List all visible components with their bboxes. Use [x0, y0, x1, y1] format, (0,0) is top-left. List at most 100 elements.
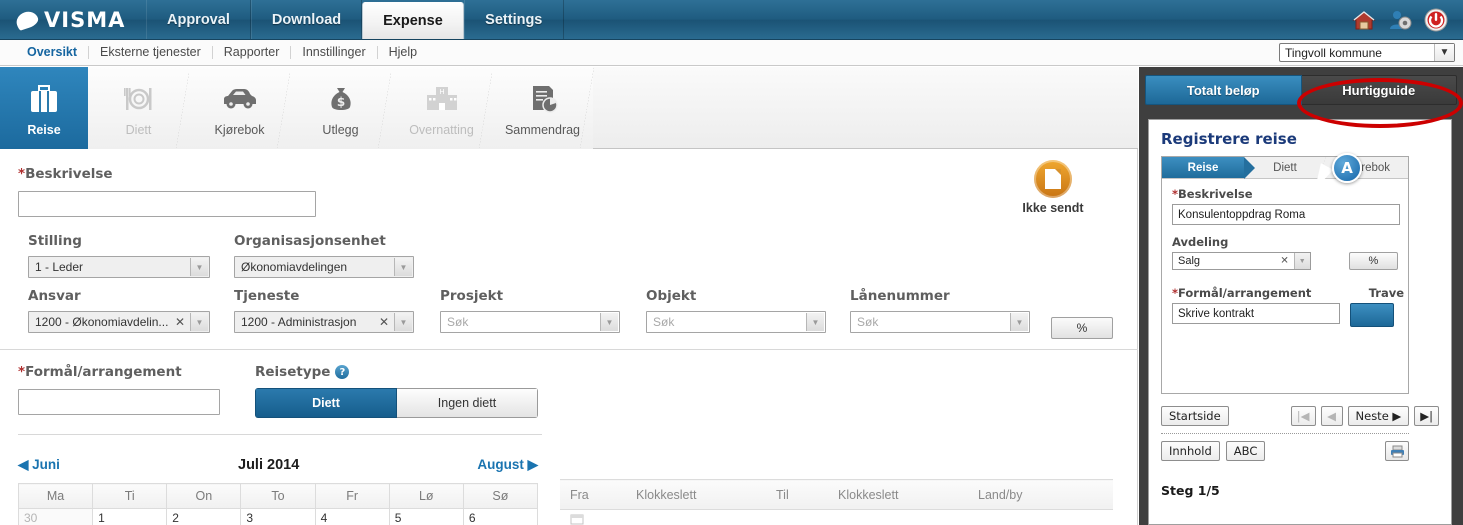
guide-travel-label: Trave: [1368, 286, 1404, 300]
step-tab-reise[interactable]: Reise: [0, 67, 112, 149]
guide-avdeling-select[interactable]: Salg ✕ ▼: [1172, 252, 1311, 270]
tjeneste-select[interactable]: 1200 - Administrasjon ✕ ▼: [234, 311, 414, 333]
step-divider: [580, 67, 594, 149]
required-marker: *: [18, 364, 26, 380]
callout-marker-a: A: [1332, 153, 1362, 183]
lanenummer-label: Lånenummer: [850, 288, 950, 304]
chevron-down-icon: ▼: [190, 313, 208, 331]
guide-divider: [1161, 433, 1409, 434]
formal-input[interactable]: [18, 389, 220, 415]
step-tab-utlegg[interactable]: $ Utlegg: [290, 67, 392, 149]
subnav-item-innstillinger[interactable]: Innstillinger: [291, 46, 378, 59]
svg-text:H: H: [439, 88, 444, 96]
calendar-day-cell[interactable]: 2: [166, 508, 242, 525]
sidebar-tab-hurtigguide[interactable]: Hurtigguide: [1301, 75, 1457, 105]
calendar-day-cell[interactable]: 6: [462, 508, 539, 525]
step-tab-overnatting[interactable]: H Overnatting: [391, 67, 493, 149]
guide-startside-button[interactable]: Startside: [1161, 406, 1229, 426]
step-divider: [176, 67, 190, 149]
subnav-item-hjelp[interactable]: Hjelp: [378, 46, 429, 59]
prosjekt-placeholder: Søk: [447, 315, 469, 329]
calendar-day-cell[interactable]: 3: [240, 508, 316, 525]
calendar-day-cell[interactable]: 4: [314, 508, 390, 525]
tjeneste-value: 1200 - Administrasjon: [241, 315, 357, 329]
reisetype-option-diett[interactable]: Diett: [255, 388, 397, 418]
ansvar-value: 1200 - Økonomiavdelin...: [35, 315, 169, 329]
guide-travel-button[interactable]: [1350, 303, 1394, 327]
guide-preview-frame: Reise Diett Kjørebok *Beskrivelse Konsul…: [1161, 153, 1409, 394]
clear-icon[interactable]: ✕: [1280, 256, 1288, 267]
guide-percent-button[interactable]: %: [1348, 252, 1398, 270]
trip-table-header-row: Fra Klokkeslett Til Klokkeslett Land/by: [560, 479, 1113, 510]
section-divider-2: [18, 434, 542, 435]
quick-guide-panel: Registrere reise Reise Diett Kjørebok *B…: [1148, 119, 1452, 525]
calendar-day-cell[interactable]: 1: [92, 508, 168, 525]
calendar-day-cell[interactable]: 30: [17, 508, 94, 525]
objekt-search[interactable]: Søk ▼: [646, 311, 826, 333]
tjeneste-label: Tjeneste: [234, 288, 300, 304]
calendar-weekday: Fr: [314, 483, 390, 509]
guide-formal-input[interactable]: Skrive kontrakt: [1172, 303, 1340, 324]
visma-logo: VISMA: [0, 0, 146, 39]
lanenummer-search[interactable]: Søk ▼: [850, 311, 1030, 333]
clear-icon[interactable]: ✕: [175, 316, 185, 328]
prosjekt-search[interactable]: Søk ▼: [440, 311, 620, 333]
help-icon[interactable]: ?: [335, 365, 350, 379]
organisasjonsenhet-value: Økonomiavdelingen: [241, 260, 348, 274]
power-icon[interactable]: [1423, 7, 1449, 33]
calendar-weekday: Sø: [462, 483, 539, 509]
organisasjonsenhet-select[interactable]: Økonomiavdelingen ▼: [234, 256, 414, 278]
guide-abc-button[interactable]: ABC: [1225, 441, 1266, 461]
guide-last-button[interactable]: ▶|: [1414, 406, 1439, 426]
nav-tab-download[interactable]: Download: [250, 0, 363, 39]
nav-tab-settings[interactable]: Settings: [463, 0, 564, 39]
chevron-down-icon: ▼: [394, 313, 412, 331]
guide-mini-tab-reise[interactable]: Reise: [1162, 157, 1255, 179]
objekt-label: Objekt: [646, 288, 697, 304]
stilling-label: Stilling: [28, 233, 82, 249]
company-selector[interactable]: Tingvoll kommune ▼: [1279, 43, 1455, 62]
calendar-weekday-row: Ma Ti On To Fr Lø Sø: [17, 483, 539, 509]
company-selector-value: Tingvoll kommune: [1285, 45, 1382, 60]
calendar-weekday: To: [240, 483, 316, 509]
guide-prev-button[interactable]: ◀: [1320, 406, 1343, 426]
home-icon[interactable]: [1351, 7, 1377, 33]
subnav-item-rapporter[interactable]: Rapporter: [213, 46, 292, 59]
header-icon-group: [1351, 0, 1463, 39]
calendar-prev-month[interactable]: ◀ Juni: [18, 457, 60, 473]
calendar-day-cell[interactable]: 5: [388, 508, 464, 525]
visma-logo-text: VISMA: [44, 7, 126, 32]
sidebar-tab-bar: Totalt beløp Hurtigguide: [1145, 75, 1457, 105]
step-tab-kjorebok[interactable]: Kjørebok: [189, 67, 291, 149]
guide-beskrivelse-input[interactable]: Konsulentoppdrag Roma: [1172, 204, 1400, 225]
required-marker: *: [18, 166, 26, 182]
guide-next-button[interactable]: Neste ▶: [1347, 406, 1410, 426]
top-header-bar: VISMA Approval Download Expense Settings: [0, 0, 1463, 40]
step-tab-label: Kjørebok: [214, 122, 265, 137]
step-divider: [378, 67, 392, 149]
percent-distribution-button[interactable]: %: [1051, 317, 1113, 339]
quick-guide-title: Registrere reise: [1161, 130, 1297, 148]
reisetype-option-ingen-diett[interactable]: Ingen diett: [397, 388, 538, 418]
beskrivelse-input[interactable]: [18, 191, 316, 217]
sidebar-tab-totalt-belop[interactable]: Totalt beløp: [1145, 75, 1302, 105]
print-icon[interactable]: [1385, 441, 1409, 461]
user-settings-icon[interactable]: [1387, 7, 1413, 33]
guide-innhold-button[interactable]: Innhold: [1161, 441, 1220, 461]
beskrivelse-label: *Beskrivelse: [18, 166, 113, 182]
nav-tab-approval[interactable]: Approval: [146, 0, 251, 39]
nav-tab-expense[interactable]: Expense: [362, 2, 464, 39]
stilling-select[interactable]: 1 - Leder ▼: [28, 256, 210, 278]
calendar-week-row: 30 1 2 3 4 5 6: [17, 508, 539, 525]
ansvar-label: Ansvar: [28, 288, 81, 304]
guide-first-button[interactable]: |◀: [1290, 406, 1316, 426]
ansvar-select[interactable]: 1200 - Økonomiavdelin... ✕ ▼: [28, 311, 210, 333]
clear-icon[interactable]: ✕: [379, 316, 389, 328]
subnav-item-oversikt[interactable]: Oversikt: [16, 46, 90, 59]
step-tab-sammendrag[interactable]: Sammendrag: [492, 67, 594, 149]
step-tab-diett[interactable]: Diett: [88, 67, 190, 149]
calendar-next-month[interactable]: August ▶: [477, 457, 538, 473]
application-window: VISMA Approval Download Expense Settings: [0, 0, 1463, 525]
subnav-item-eksterne-tjenester[interactable]: Eksterne tjenester: [89, 46, 213, 59]
table-row[interactable]: [560, 509, 1113, 525]
